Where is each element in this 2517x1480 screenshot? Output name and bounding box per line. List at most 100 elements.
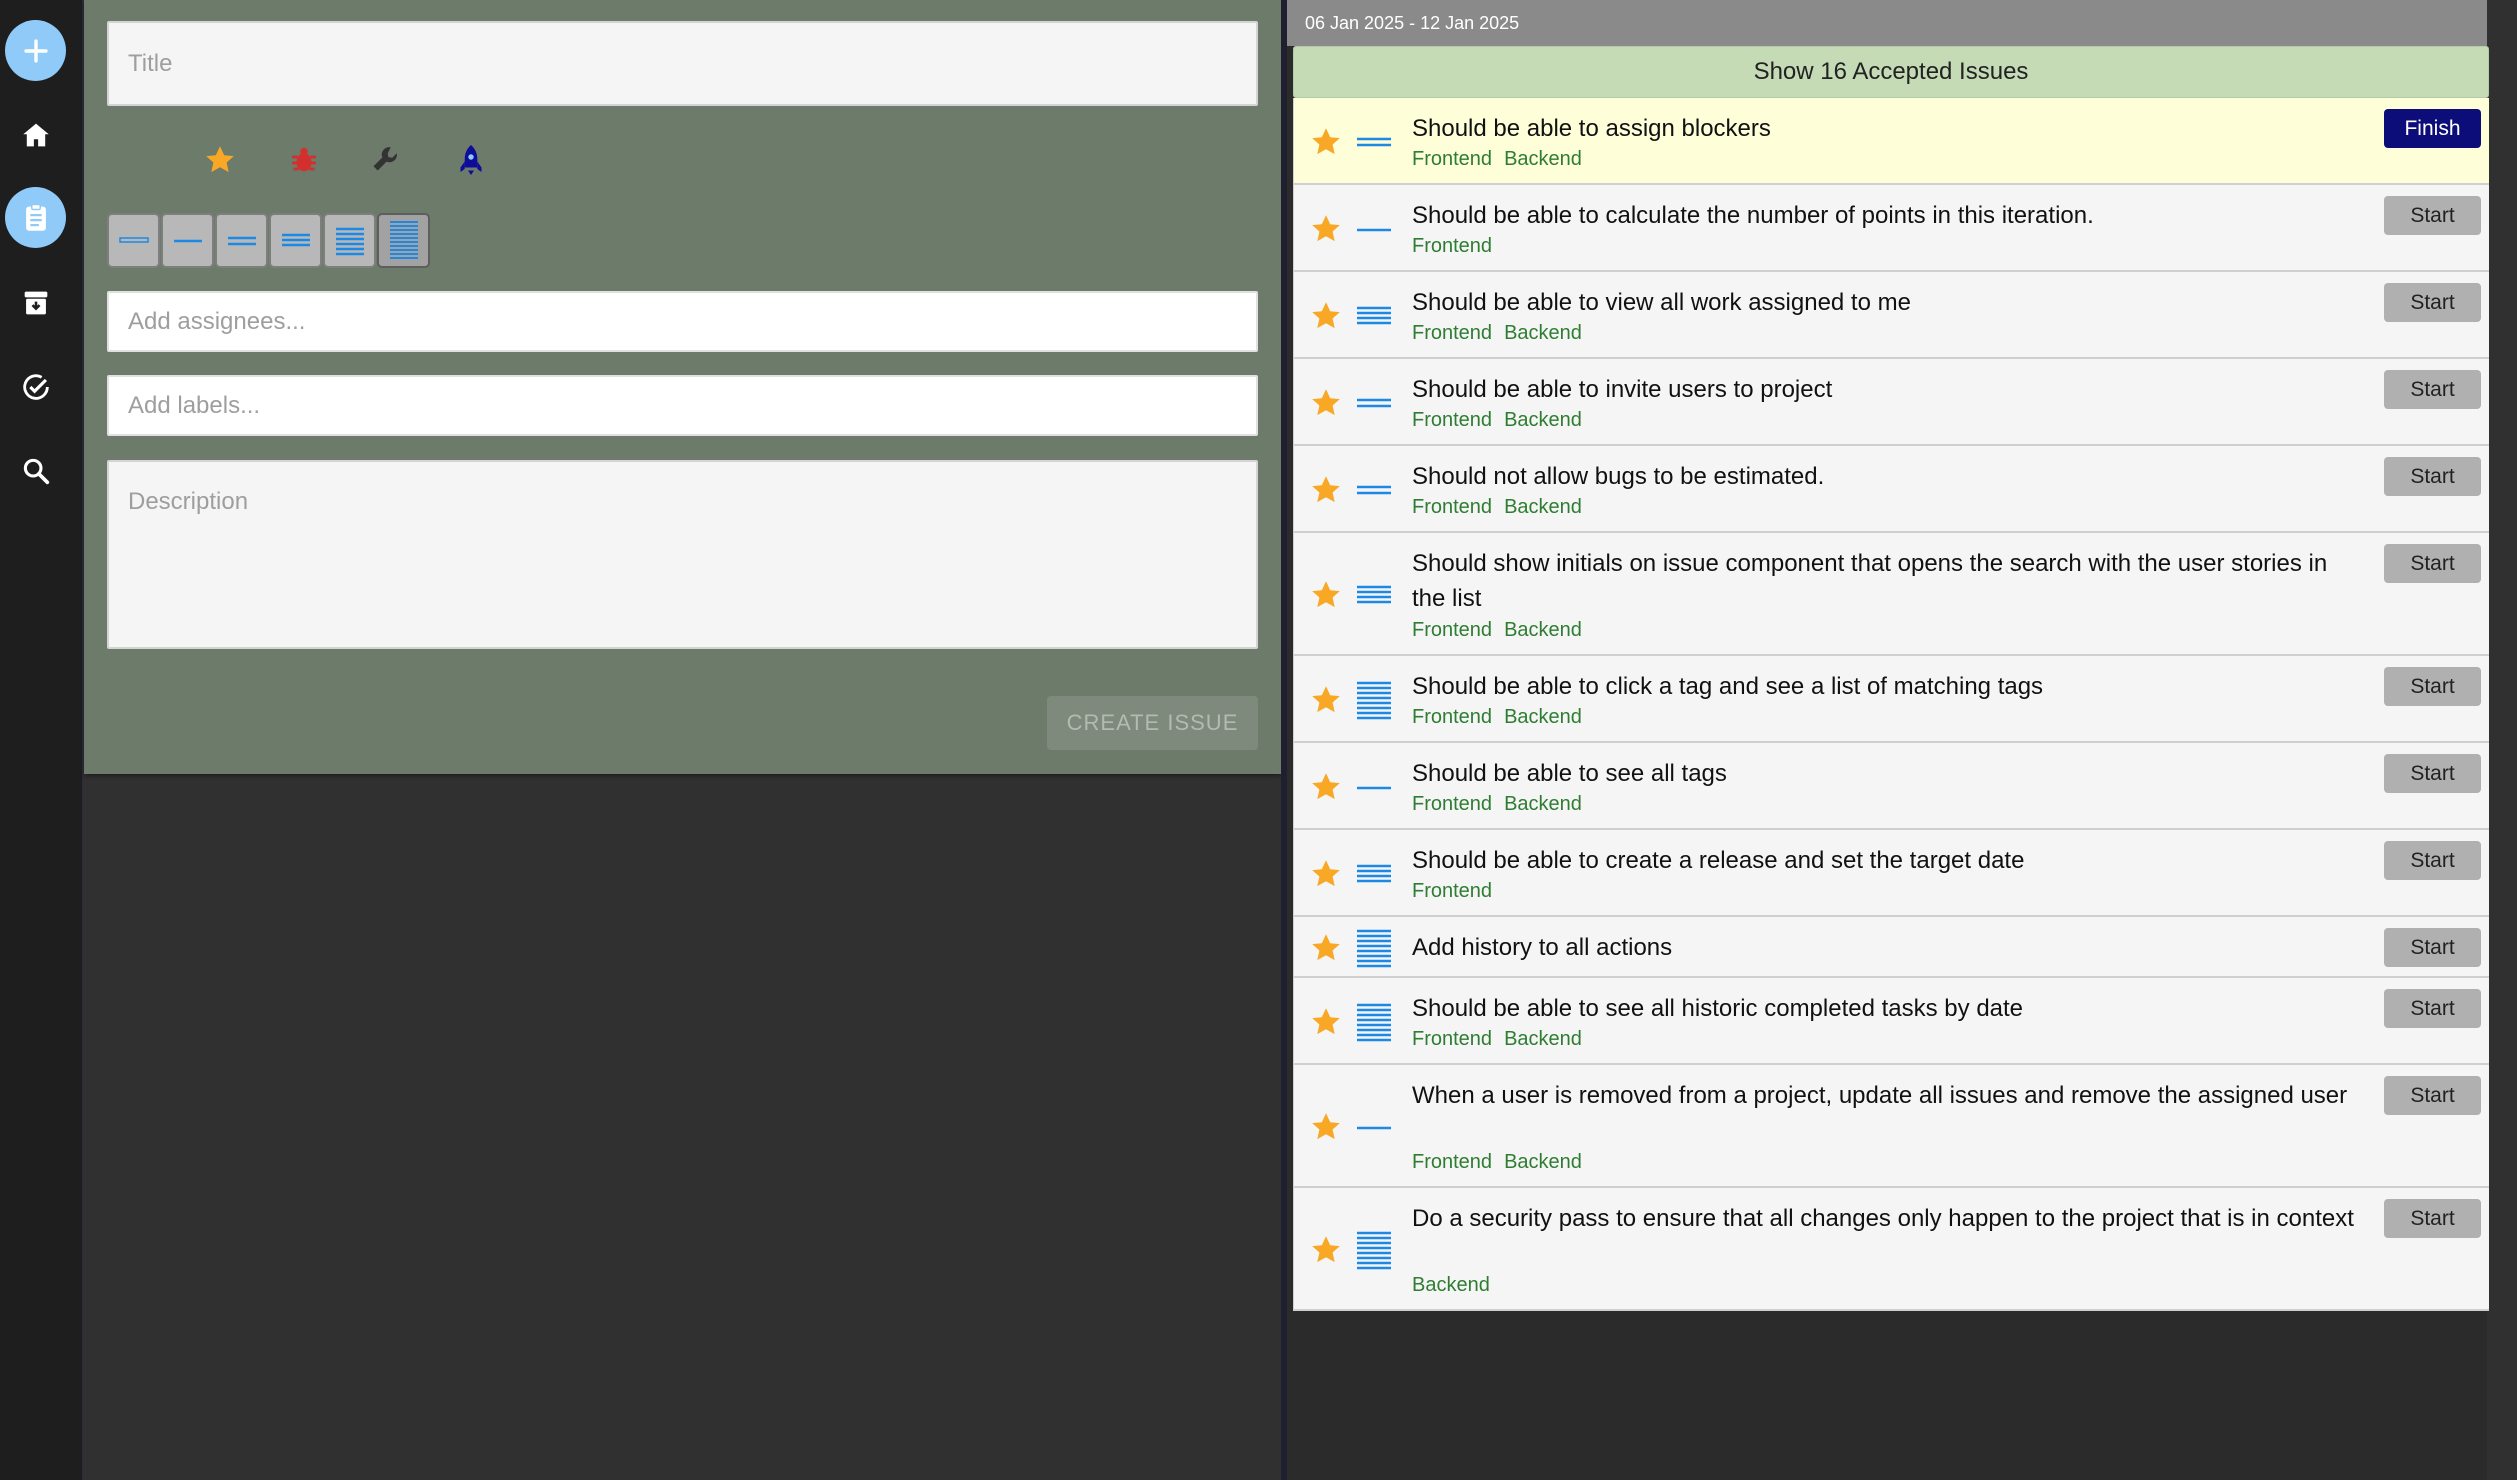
issue-row[interactable]: Should be able to invite users to projec…: [1293, 359, 2489, 446]
issue-row[interactable]: Should be able to click a tag and see a …: [1293, 656, 2489, 743]
start-button[interactable]: Start: [2384, 667, 2481, 706]
start-button[interactable]: Start: [2384, 754, 2481, 793]
star-icon: [1312, 773, 1340, 800]
tag-label[interactable]: Backend: [1504, 793, 1582, 815]
start-button[interactable]: Start: [2384, 989, 2481, 1028]
start-button[interactable]: Start: [2384, 370, 2481, 409]
issue-title: Should be able to click a tag and see a …: [1412, 673, 2044, 700]
backlog-button[interactable]: [5, 272, 66, 333]
estimate-4-button[interactable]: [269, 213, 322, 268]
start-button[interactable]: Start: [2384, 283, 2481, 322]
estimate-4-icon: [281, 233, 310, 246]
tag-label[interactable]: Backend: [1504, 322, 1582, 344]
issue-row[interactable]: Add history to all actions Start: [1293, 917, 2489, 978]
tag-label[interactable]: Backend: [1504, 706, 1582, 728]
home-button[interactable]: [5, 104, 66, 165]
star-icon: [1312, 934, 1340, 961]
tag-label[interactable]: Frontend: [1412, 496, 1492, 518]
title-input[interactable]: [107, 21, 1258, 106]
start-button[interactable]: Start: [2384, 457, 2481, 496]
start-button[interactable]: Start: [2384, 928, 2481, 967]
estimate-2-icon: [1357, 398, 1391, 408]
tag-label[interactable]: Backend: [1504, 409, 1582, 431]
estimate-1-button[interactable]: [107, 213, 160, 268]
issue-tags: Frontend: [1412, 880, 1504, 903]
issue-tags: Frontend Backend: [1412, 793, 1594, 816]
tag-label[interactable]: Backend: [1504, 496, 1582, 518]
tag-label[interactable]: Backend: [1504, 1028, 1582, 1050]
issue-row[interactable]: When a user is removed from a project, u…: [1293, 1065, 2489, 1188]
search-button[interactable]: [5, 440, 66, 501]
iteration-button[interactable]: [5, 187, 66, 248]
star-icon: [1312, 1236, 1340, 1263]
estimate-1-icon: [1357, 228, 1391, 232]
tag-label[interactable]: Backend: [1504, 619, 1582, 641]
tag-label[interactable]: Frontend: [1412, 322, 1492, 344]
estimate-4-icon: [1357, 585, 1391, 604]
estimate-6-button[interactable]: [377, 213, 430, 268]
tag-label[interactable]: Frontend: [1412, 619, 1492, 641]
tag-label[interactable]: Frontend: [1412, 1151, 1492, 1173]
issue-row[interactable]: Should not allow bugs to be estimated. Fr…: [1293, 446, 2489, 533]
star-icon: [1312, 215, 1340, 242]
estimate-1-icon: [118, 236, 149, 243]
home-icon: [22, 123, 49, 146]
issue-row[interactable]: Do a security pass to ensure that all ch…: [1293, 1188, 2489, 1311]
show-accepted-issues-button[interactable]: Show 16 Accepted Issues: [1293, 46, 2489, 98]
sidebar: [0, 0, 83, 1480]
description-input[interactable]: [107, 460, 1258, 649]
star-icon: [206, 146, 234, 173]
issue-row[interactable]: Should be able to see all tags Frontend Ba…: [1293, 743, 2489, 830]
issue-tags: Frontend Backend: [1412, 706, 1594, 729]
tag-label[interactable]: Frontend: [1412, 880, 1492, 902]
done-button[interactable]: [5, 356, 66, 417]
issue-row[interactable]: Should be able to create a release and s…: [1293, 830, 2489, 917]
create-issue-button[interactable]: CREATE ISSUE: [1047, 696, 1258, 750]
issue-tags: Frontend Backend: [1412, 1151, 1594, 1174]
estimate-4-icon: [1357, 864, 1391, 883]
issue-row[interactable]: Should show initials on issue component …: [1293, 533, 2489, 656]
issue-title: Should be able to calculate the number o…: [1412, 202, 2094, 229]
assignees-input[interactable]: [107, 291, 1258, 352]
labels-input[interactable]: [107, 375, 1258, 436]
start-button[interactable]: Start: [2384, 544, 2481, 583]
start-button[interactable]: Start: [2384, 1199, 2481, 1238]
star-icon: [1312, 476, 1340, 503]
issue-title: Should be able to invite users to projec…: [1412, 376, 1833, 403]
estimate-3-button[interactable]: [215, 213, 268, 268]
tag-label[interactable]: Frontend: [1412, 793, 1492, 815]
issue-row[interactable]: Should be able to assign blockers Fronten…: [1293, 98, 2489, 185]
type-story-button[interactable]: [198, 138, 242, 182]
issue-row[interactable]: Should be able to view all work assigned…: [1293, 272, 2489, 359]
tag-label[interactable]: Backend: [1504, 148, 1582, 170]
type-bug-button[interactable]: [282, 138, 326, 182]
type-release-button[interactable]: [449, 138, 493, 182]
tag-label[interactable]: Backend: [1412, 1274, 1490, 1296]
iteration-panel: 06 Jan 2025 - 12 Jan 2025 Show 16 Accept…: [1281, 0, 2489, 1480]
finish-button[interactable]: Finish: [2384, 109, 2481, 148]
estimate-6-icon: [1357, 1003, 1391, 1042]
estimate-2-icon: [173, 239, 202, 242]
estimate-6-icon: [389, 220, 418, 259]
start-button[interactable]: Start: [2384, 1076, 2481, 1115]
tag-label[interactable]: Backend: [1504, 1151, 1582, 1173]
estimate-2-button[interactable]: [161, 213, 214, 268]
issue-title: Should show initials on issue component …: [1412, 550, 2328, 612]
issue-list: Should be able to assign blockers Fronten…: [1293, 98, 2489, 1311]
tag-label[interactable]: Frontend: [1412, 706, 1492, 728]
tag-label[interactable]: Frontend: [1412, 235, 1492, 257]
estimate-1-icon: [1357, 1126, 1391, 1130]
issue-tags: Frontend Backend: [1412, 496, 1594, 519]
start-button[interactable]: Start: [2384, 841, 2481, 880]
tag-label[interactable]: Frontend: [1412, 1028, 1492, 1050]
issue-title: Should be able to assign blockers: [1412, 115, 1771, 142]
tag-label[interactable]: Frontend: [1412, 409, 1492, 431]
estimate-5-icon: [335, 227, 364, 255]
start-button[interactable]: Start: [2384, 196, 2481, 235]
add-button[interactable]: [5, 20, 66, 81]
type-chore-button[interactable]: [365, 138, 409, 182]
tag-label[interactable]: Frontend: [1412, 148, 1492, 170]
estimate-5-button[interactable]: [323, 213, 376, 268]
issue-row[interactable]: Should be able to calculate the number o…: [1293, 185, 2489, 272]
issue-row[interactable]: Should be able to see all historic compl…: [1293, 978, 2489, 1065]
